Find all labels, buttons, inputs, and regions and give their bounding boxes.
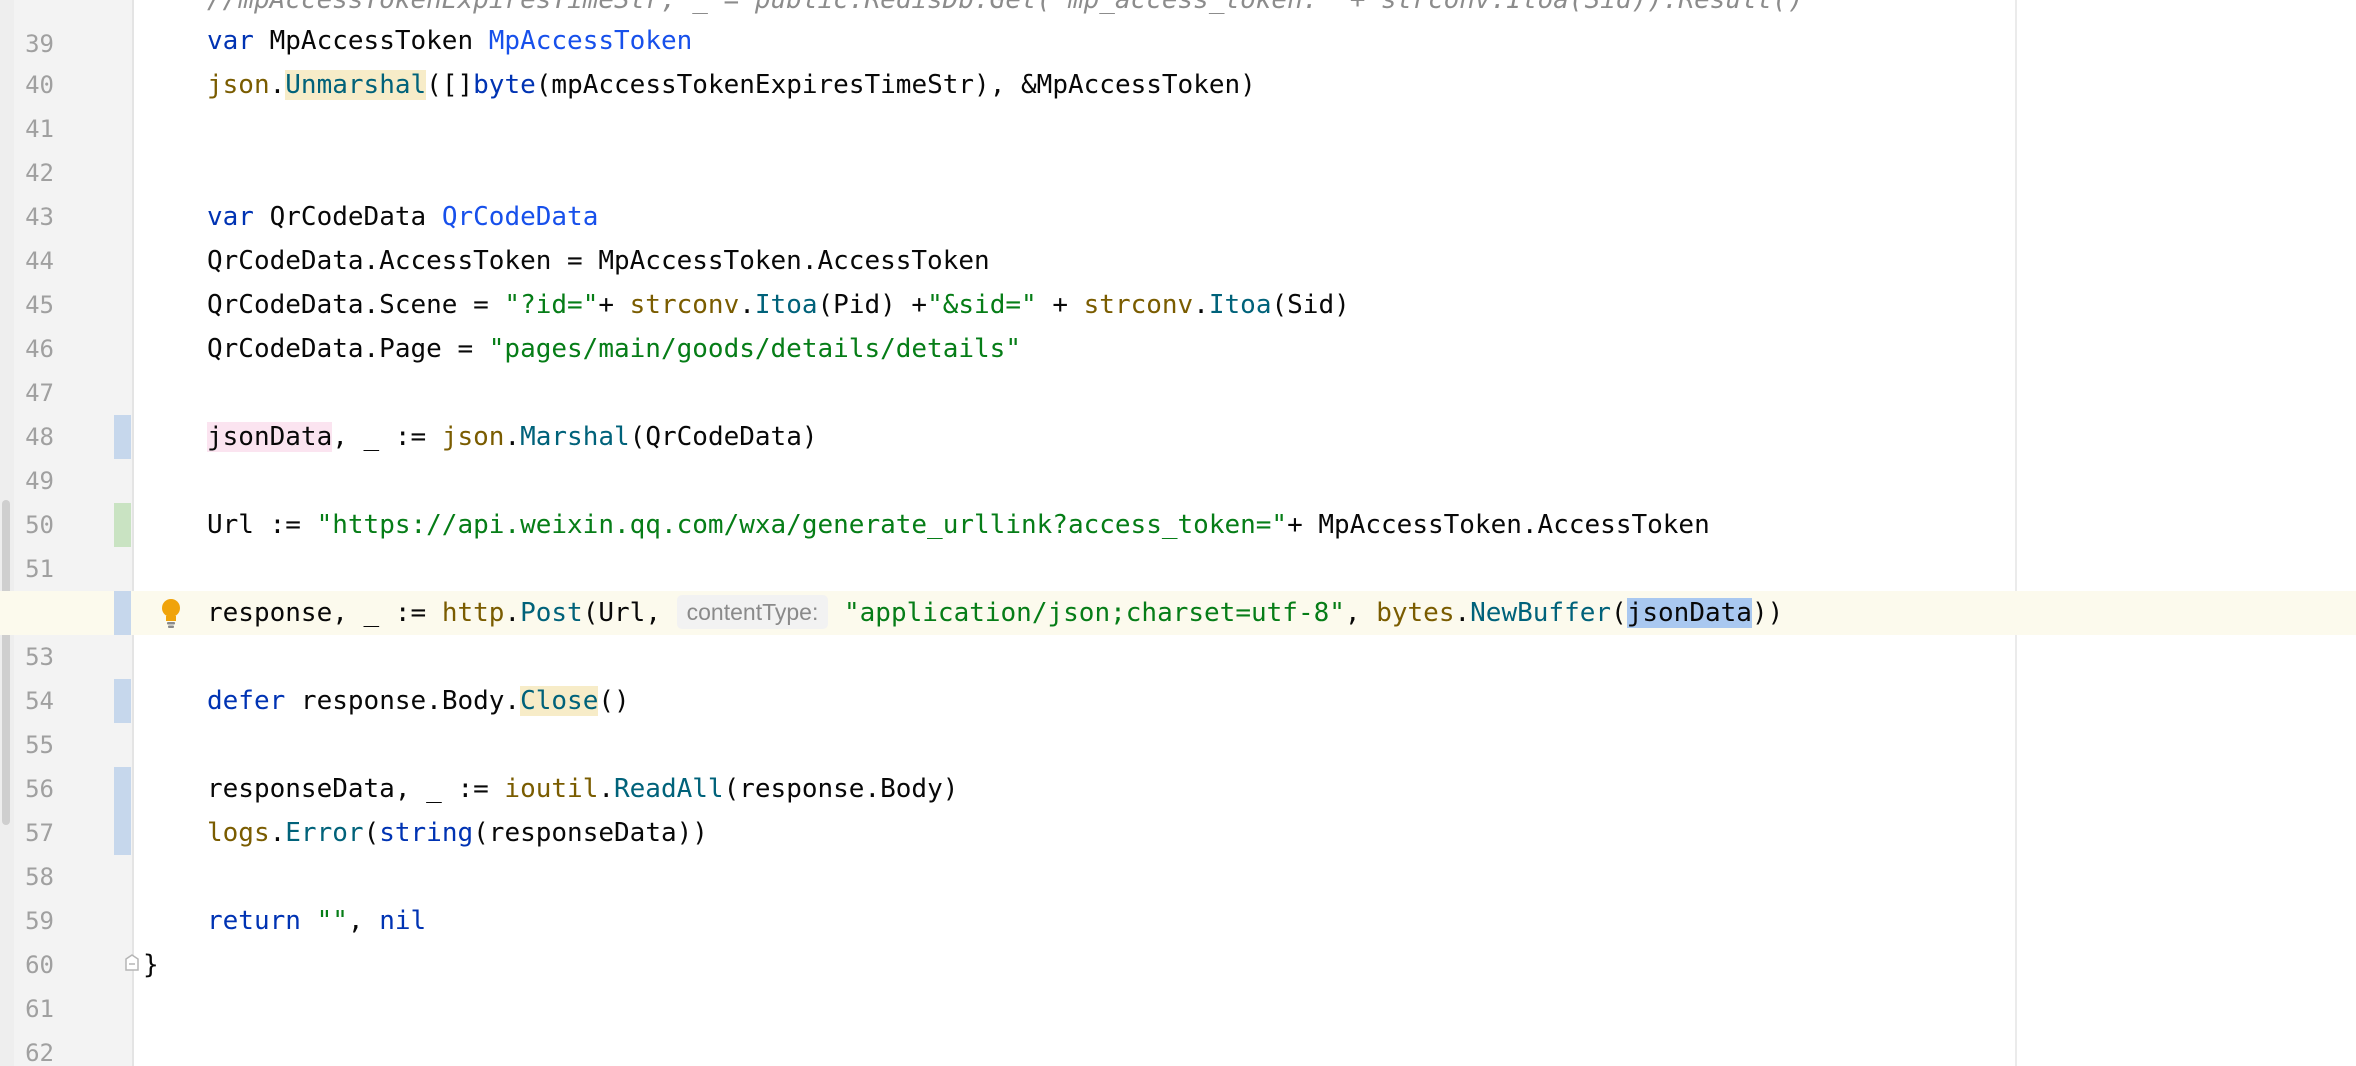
code-text: return "", nil [207, 906, 427, 936]
fold-icon[interactable] [124, 953, 140, 971]
code-line[interactable]: 62 [0, 987, 2356, 1066]
code-text: responseData, _ := ioutil.ReadAll(respon… [207, 774, 959, 804]
code-line[interactable]: 40 var MpAccessToken MpAccessToken [0, 19, 2356, 99]
code-line[interactable]: 45 QrCodeData.AccessToken = MpAccessToke… [0, 239, 2356, 319]
modified-line-marker[interactable] [114, 811, 131, 855]
text-selection: jsonData [1626, 598, 1752, 628]
lightbulb-icon[interactable] [160, 597, 182, 629]
code-line[interactable]: 49 jsonData, _ := json.Marshal(QrCodeDat… [0, 415, 2356, 495]
code-text: response, _ := http.Post(Url, contentTyp… [207, 591, 1783, 635]
code-line[interactable]: 61 } [0, 943, 2356, 1023]
code-line[interactable]: 60 return "", nil [0, 899, 2356, 979]
code-line[interactable]: 57 responseData, _ := ioutil.ReadAll(res… [0, 767, 2356, 847]
code-line[interactable]: 56 [0, 723, 2356, 803]
code-text: jsonData, _ := json.Marshal(QrCodeData) [207, 422, 818, 452]
code-text: QrCodeData.Page = "pages/main/goods/deta… [207, 334, 1021, 364]
modified-line-marker[interactable] [114, 767, 131, 811]
code-line[interactable]: 55 defer response.Body.Close() [0, 679, 2356, 759]
code-line[interactable]: 44 var QrCodeData QrCodeData [0, 195, 2356, 275]
code-text: var QrCodeData QrCodeData [207, 202, 599, 232]
current-code-line[interactable]: 53 response, _ := http.Post(Url, content… [0, 591, 2356, 671]
code-line[interactable]: 41 json.Unmarshal([]byte(mpAccessTokenEx… [0, 63, 2356, 143]
code-line[interactable]: 42 [0, 107, 2356, 187]
code-line[interactable]: 52 [0, 547, 2356, 627]
modified-line-marker[interactable] [114, 591, 131, 635]
code-text: var MpAccessToken MpAccessToken [207, 26, 693, 56]
code-text: Url := "https://api.weixin.qq.com/wxa/ge… [207, 510, 1710, 540]
code-line[interactable]: 59 [0, 855, 2356, 935]
modified-line-marker[interactable] [114, 679, 131, 723]
code-text: QrCodeData.Scene = "?id="+ strconv.Itoa(… [207, 290, 1350, 320]
code-line[interactable]: 50 [0, 459, 2356, 539]
code-line[interactable]: 58 logs.Error(string(responseData)) [0, 811, 2356, 891]
code-line[interactable]: 51 Url := "https://api.weixin.qq.com/wxa… [0, 503, 2356, 583]
parameter-hint: contentType: [676, 595, 829, 629]
code-line[interactable]: 46 QrCodeData.Scene = "?id="+ strconv.It… [0, 283, 2356, 363]
code-text: json.Unmarshal([]byte(mpAccessTokenExpir… [207, 70, 1256, 100]
line-number: 62 [25, 1039, 54, 1066]
code-text: QrCodeData.AccessToken = MpAccessToken.A… [207, 246, 990, 276]
added-line-marker[interactable] [114, 503, 131, 547]
code-line[interactable]: 48 [0, 371, 2356, 451]
code-line[interactable]: 54 [0, 635, 2356, 715]
code-text: defer response.Body.Close() [207, 686, 630, 716]
code-editor[interactable]: 39 //mpAccessTokenExpiresTimeStr, _ = pu… [0, 0, 2356, 1066]
code-line[interactable]: 43 [0, 151, 2356, 231]
code-line[interactable]: 47 QrCodeData.Page = "pages/main/goods/d… [0, 327, 2356, 407]
closing-brace: } [143, 950, 159, 980]
modified-line-marker[interactable] [114, 415, 131, 459]
code-text: logs.Error(string(responseData)) [207, 818, 708, 848]
